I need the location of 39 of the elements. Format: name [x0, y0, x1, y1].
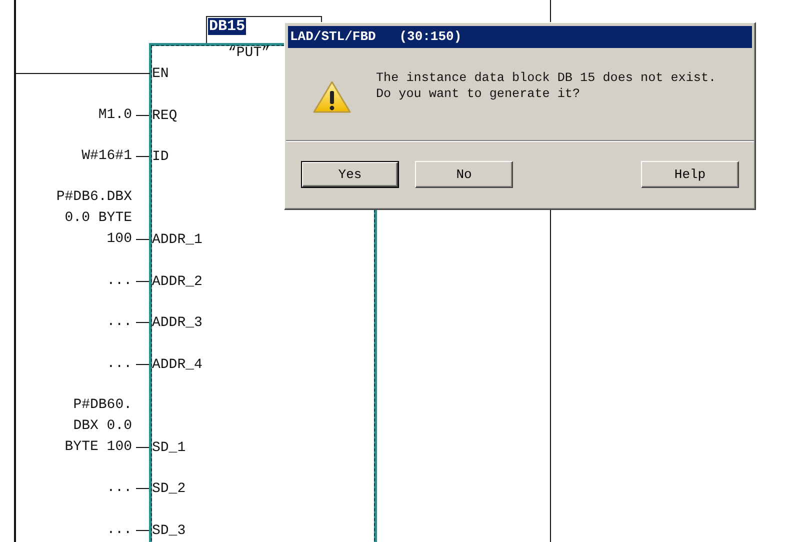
wire-line [136, 488, 149, 489]
instance-label[interactable]: DB15 [208, 18, 246, 35]
pin-label: ID [152, 149, 169, 165]
message-text: Do you want to generate it? [376, 86, 582, 102]
parameter-text: P#DB60. [73, 396, 132, 414]
warning-icon [312, 80, 352, 114]
pin-label: SD_1 [152, 440, 186, 456]
parameter-text: ... [106, 313, 132, 332]
parameter-text: 0.0 BYTE [64, 209, 132, 228]
pin-label: ADDR_4 [152, 356, 202, 372]
wire-line [136, 114, 149, 116]
pin-label: ADDR_2 [152, 274, 202, 290]
pin-label: EN [152, 66, 169, 82]
dialog-title: LAD/STL/FBD (30:150) [288, 26, 752, 48]
dialog-button[interactable]: No [415, 161, 513, 188]
pin-label: REQ [152, 108, 178, 124]
parameter-text: ... [106, 272, 132, 290]
parameter-text: DBX 0.0 [73, 416, 132, 436]
parameter-text: ... [106, 479, 132, 498]
parameter-text: P#DB6.DBX [56, 188, 132, 207]
dialog-button[interactable]: Help [641, 161, 739, 188]
parameter-text: 100 [106, 230, 132, 249]
wire-line [136, 156, 149, 157]
parameter-text: W#16#1 [82, 147, 132, 166]
parameter-text: ... [106, 354, 132, 374]
pin-label: ADDR_1 [152, 232, 202, 248]
wire-line [136, 446, 149, 448]
wire-line [136, 280, 149, 282]
message-text: The instance data block DB 15 does not exist. [376, 70, 716, 86]
pin-label: ADDR_3 [152, 315, 202, 331]
wire-line [136, 239, 149, 240]
pin-label: SD_3 [152, 522, 186, 538]
block-name: “PUT” [228, 45, 270, 61]
dialog-button[interactable]: Yes [301, 161, 399, 188]
wire-line [136, 322, 149, 323]
parameter-text: BYTE 100 [64, 438, 132, 456]
parameter-text: ... [106, 520, 132, 540]
pin-label: SD_2 [152, 481, 186, 497]
parameter-text: M1.0 [98, 106, 132, 124]
